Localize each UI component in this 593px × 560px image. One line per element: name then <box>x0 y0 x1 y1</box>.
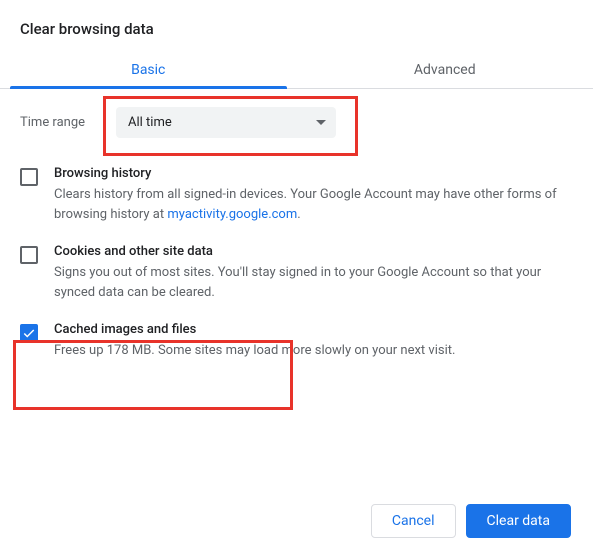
tab-advanced[interactable]: Advanced <box>297 50 593 88</box>
option-desc-text: Clears history from all signed-in device… <box>54 187 557 222</box>
option-desc: Clears history from all signed-in device… <box>54 185 573 224</box>
time-range-value: All time <box>128 115 172 130</box>
option-browsing-history: Browsing history Clears history from all… <box>0 156 593 234</box>
option-cached: Cached images and files Frees up 178 MB.… <box>0 312 593 371</box>
option-desc-post: . <box>297 207 300 222</box>
tab-basic[interactable]: Basic <box>0 50 297 88</box>
tabs: Basic Advanced <box>0 50 593 89</box>
option-title: Browsing history <box>54 166 573 181</box>
option-title: Cookies and other site data <box>54 244 573 259</box>
checkbox-cookies[interactable] <box>20 246 38 264</box>
myactivity-link[interactable]: myactivity.google.com <box>167 207 297 222</box>
cancel-button[interactable]: Cancel <box>371 504 456 538</box>
option-desc: Signs you out of most sites. You'll stay… <box>54 263 573 302</box>
time-range-select[interactable]: All time <box>116 107 336 138</box>
clear-data-button[interactable]: Clear data <box>466 504 571 538</box>
time-range-row: Time range All time <box>0 89 593 156</box>
time-range-label: Time range <box>20 115 98 130</box>
chevron-down-icon <box>316 120 326 126</box>
option-title: Cached images and files <box>54 322 573 337</box>
checkbox-browsing-history[interactable] <box>20 168 38 186</box>
dialog-title: Clear browsing data <box>0 0 593 50</box>
checkbox-cached[interactable] <box>20 324 38 342</box>
option-cookies: Cookies and other site data Signs you ou… <box>0 234 593 312</box>
dialog-actions: Cancel Clear data <box>371 504 571 538</box>
option-desc: Frees up 178 MB. Some sites may load mor… <box>54 341 573 361</box>
